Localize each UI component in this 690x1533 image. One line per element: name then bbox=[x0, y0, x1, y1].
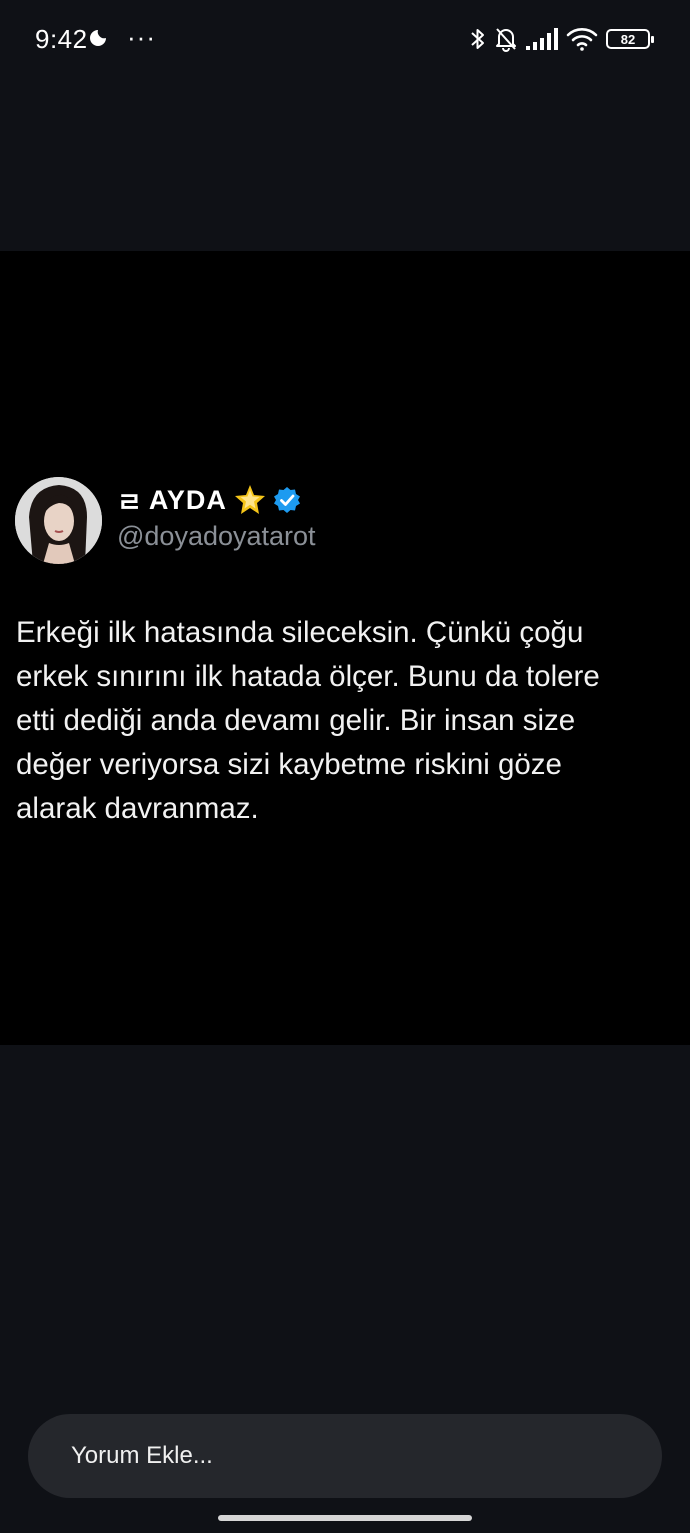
moon-icon bbox=[90, 30, 106, 46]
bell-muted-icon bbox=[496, 28, 516, 52]
status-bar: 9:42 ··· 82 bbox=[0, 0, 690, 80]
more-dots-icon: ··· bbox=[127, 22, 156, 52]
tweet-text: Erkeği ilk hatasında sileceksin. Çünkü ç… bbox=[16, 616, 600, 825]
status-time: 9:42 bbox=[35, 24, 88, 54]
bluetooth-icon bbox=[471, 29, 484, 49]
post-image[interactable]: ㄹ AYDA @doyadoyatarot Erkeği ilk hatasın… bbox=[0, 251, 690, 1045]
battery-icon: 82 bbox=[606, 29, 654, 49]
screen: 9:42 ··· 82 ㄹ AYDA @doyadoyatarot Erkeği… bbox=[0, 0, 690, 1533]
home-indicator[interactable] bbox=[218, 1515, 472, 1521]
display-name: AYDA bbox=[148, 484, 227, 515]
battery-level: 82 bbox=[620, 31, 636, 47]
signal-icon bbox=[526, 28, 558, 50]
status-icons: 82 bbox=[470, 24, 654, 54]
comment-placeholder: Yorum Ekle... bbox=[71, 1442, 213, 1469]
display-name-prefix: ㄹ bbox=[117, 487, 143, 518]
avatar-portrait bbox=[15, 477, 102, 564]
wifi-icon bbox=[566, 28, 598, 51]
user-handle: @doyadoyatarot bbox=[117, 521, 316, 551]
comment-input[interactable]: Yorum Ekle... bbox=[28, 1414, 662, 1498]
avatar bbox=[15, 477, 102, 564]
star-icon bbox=[234, 485, 265, 514]
display-name-row: ㄹ AYDA bbox=[117, 483, 301, 518]
verified-badge-icon bbox=[273, 487, 300, 513]
